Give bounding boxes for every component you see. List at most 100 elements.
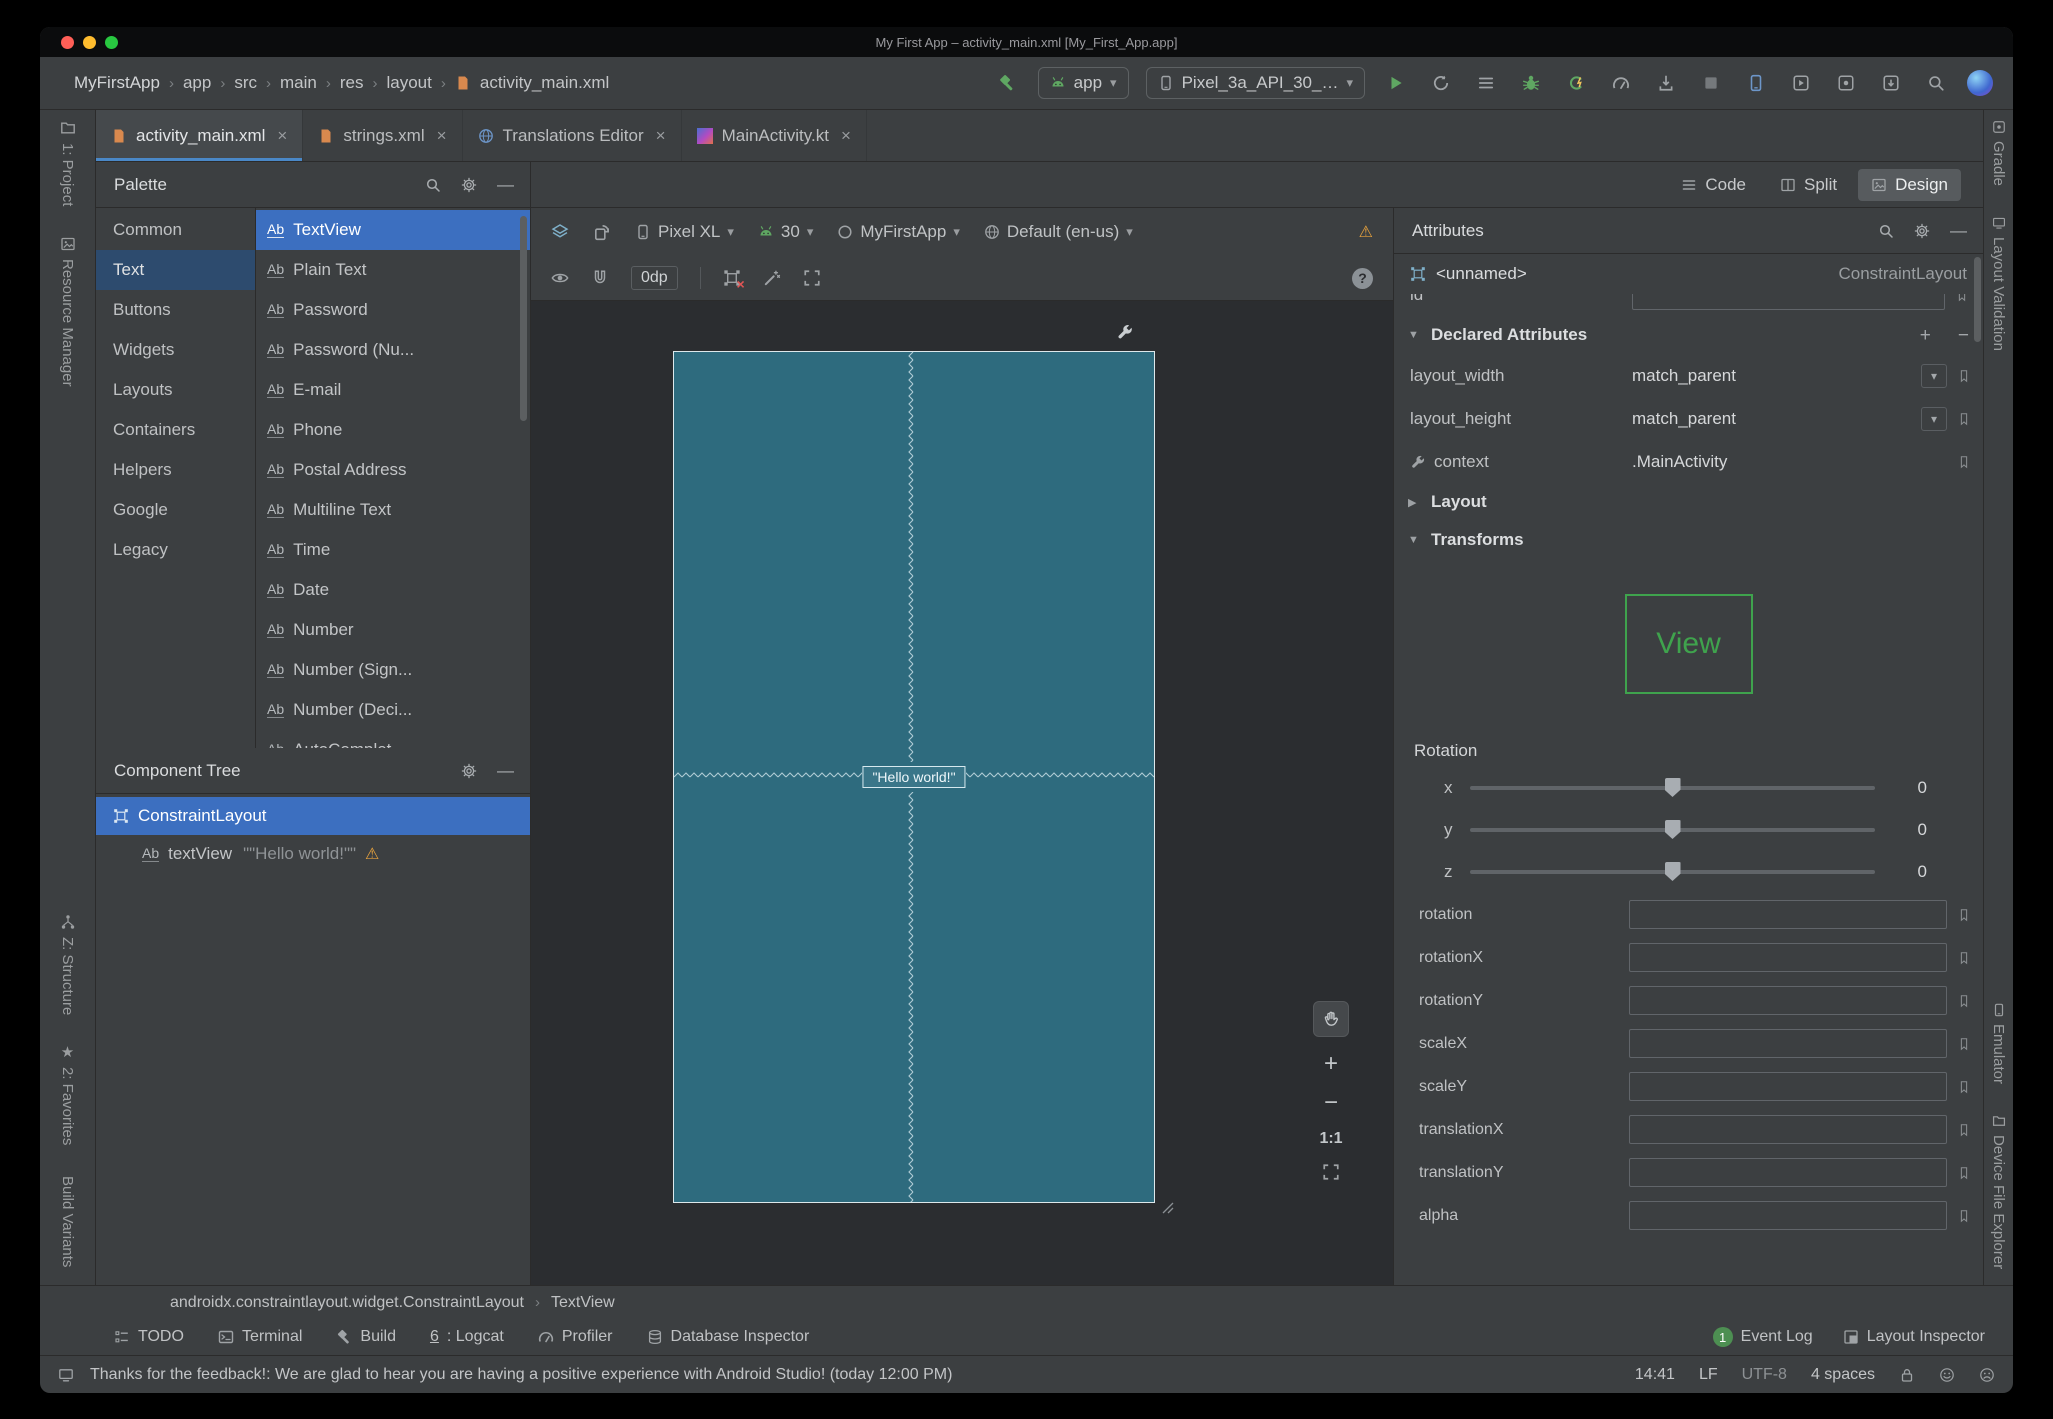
help-button[interactable]: ? (1352, 267, 1373, 289)
run-configuration-select[interactable]: app ▾ (1037, 67, 1129, 99)
breadcrumb-file[interactable]: activity_main.xml (480, 73, 609, 93)
breadcrumb-project[interactable]: MyFirstApp (74, 73, 160, 93)
bookmark-icon[interactable] (1957, 455, 1971, 469)
resize-handle-icon[interactable] (1159, 1199, 1175, 1215)
palette-item-number[interactable]: Ab Number (256, 610, 530, 650)
warning-icon[interactable]: ⚠ (365, 844, 379, 864)
textview-on-canvas[interactable]: "Hello world!" (862, 766, 966, 788)
palette-item-email[interactable]: Ab E-mail (256, 370, 530, 410)
build-toolwindow-button[interactable]: Build (336, 1328, 396, 1346)
bookmark-icon[interactable] (1957, 1080, 1971, 1094)
breadcrumb-main[interactable]: main (280, 73, 317, 93)
breadcrumb-constraintlayout[interactable]: androidx.constraintlayout.widget.Constra… (170, 1294, 524, 1312)
transforms-section[interactable]: ▼ Transforms (1394, 521, 1983, 559)
attach-debugger-button[interactable] (1652, 69, 1680, 97)
stripe-resource-manager-button[interactable]: Resource Manager (59, 236, 76, 387)
render-warnings-button[interactable]: ⚠ (1359, 222, 1373, 242)
default-margin-select[interactable]: 0dp (631, 266, 678, 290)
bookmark-icon[interactable] (1957, 994, 1971, 1008)
stripe-emulator-button[interactable]: Emulator (1990, 1003, 2007, 1084)
palette-item-phone[interactable]: Ab Phone (256, 410, 530, 450)
profiler-toolwindow-button[interactable]: Profiler (538, 1328, 613, 1346)
bookmark-icon[interactable] (1957, 369, 1971, 383)
palette-item-textview[interactable]: Ab TextView (256, 210, 530, 250)
palette-item-password-numeric[interactable]: Ab Password (Nu... (256, 330, 530, 370)
target-device-select[interactable]: Pixel_3a_API_30_… ▾ (1145, 67, 1365, 99)
breadcrumb-src[interactable]: src (234, 73, 257, 93)
palette-category-widgets[interactable]: Widgets (96, 330, 255, 370)
chevron-down-icon[interactable]: ▾ (1921, 406, 1947, 431)
palette-settings-button[interactable] (461, 177, 477, 193)
breadcrumb-textview[interactable]: TextView (551, 1294, 615, 1312)
api-version-select[interactable]: 30 ▾ (758, 222, 813, 242)
phone-screen[interactable]: "Hello world!" (673, 351, 1155, 1203)
palette-category-text[interactable]: Text (96, 250, 255, 290)
search-everywhere-button[interactable] (1922, 69, 1950, 97)
palette-search-button[interactable] (425, 177, 441, 193)
stripe-build-variants-button[interactable]: Build Variants (59, 1176, 76, 1267)
design-canvas[interactable]: "Hello world!" + − 1:1 (531, 301, 1393, 1285)
zoom-level[interactable]: 1:1 (1319, 1130, 1342, 1148)
indent-setting[interactable]: 4 spaces (1811, 1366, 1875, 1384)
layout-width-combobox[interactable]: match_parent ▾ (1632, 363, 1947, 388)
frown-feedback-icon[interactable] (1979, 1367, 1995, 1383)
translation-x-input[interactable] (1629, 1115, 1947, 1144)
attributes-settings-button[interactable] (1914, 223, 1930, 239)
run-configurations-list-button[interactable] (1472, 69, 1500, 97)
rotation-x-input[interactable] (1629, 943, 1947, 972)
layout-height-combobox[interactable]: match_parent ▾ (1632, 406, 1947, 431)
bookmark-icon[interactable] (1957, 1123, 1971, 1137)
pan-button[interactable] (1313, 1001, 1349, 1037)
mode-code-button[interactable]: Code (1668, 169, 1759, 201)
translation-y-input[interactable] (1629, 1158, 1947, 1187)
orientation-icon[interactable] (593, 223, 611, 241)
palette-category-legacy[interactable]: Legacy (96, 530, 255, 570)
bookmark-icon[interactable] (1957, 1209, 1971, 1223)
palette-item-time[interactable]: Ab Time (256, 530, 530, 570)
context-value[interactable]: .MainActivity (1632, 452, 1947, 472)
breadcrumb-layout[interactable]: layout (387, 73, 432, 93)
event-log-button[interactable]: 1 Event Log (1712, 1327, 1813, 1347)
bookmark-icon[interactable] (1957, 908, 1971, 922)
rotation-input[interactable] (1629, 900, 1947, 929)
tree-item-constraintlayout[interactable]: ConstraintLayout (96, 797, 530, 835)
alpha-input[interactable] (1629, 1201, 1947, 1230)
zoom-to-fit-icon[interactable] (1322, 1163, 1340, 1181)
tab-mainactivity-kt[interactable]: MainActivity.kt × (682, 110, 867, 161)
zoom-out-button[interactable]: − (1324, 1091, 1338, 1115)
stripe-layout-validation-button[interactable]: Layout Validation (1990, 216, 2007, 351)
database-inspector-button[interactable]: Database Inspector (647, 1328, 809, 1346)
fullscreen-window-button[interactable] (105, 36, 118, 49)
palette-item-number-decimal[interactable]: Ab Number (Deci... (256, 690, 530, 730)
add-attribute-button[interactable]: + (1920, 326, 1931, 345)
stripe-structure-button[interactable]: Z: Structure (59, 914, 76, 1015)
apply-code-changes-button[interactable] (1562, 69, 1590, 97)
stripe-device-file-explorer-button[interactable]: Device File Explorer (1990, 1114, 2007, 1269)
zoom-in-button[interactable]: + (1324, 1052, 1338, 1076)
scale-x-input[interactable] (1629, 1029, 1947, 1058)
stripe-project-button[interactable]: 1: Project (59, 120, 76, 206)
palette-category-google[interactable]: Google (96, 490, 255, 530)
debug-button[interactable] (1517, 69, 1545, 97)
cursor-position[interactable]: 14:41 (1635, 1366, 1675, 1384)
sdk-manager-button[interactable] (1877, 69, 1905, 97)
device-manager-button[interactable] (1742, 69, 1770, 97)
device-in-editor-select[interactable]: Pixel XL ▾ (635, 222, 734, 242)
view-options-eye-icon[interactable] (551, 269, 569, 287)
close-icon[interactable]: × (277, 126, 287, 146)
layout-section[interactable]: ▶ Layout (1394, 483, 1983, 521)
slider-thumb[interactable] (1664, 778, 1681, 797)
line-separator[interactable]: LF (1699, 1366, 1718, 1384)
minimize-window-button[interactable] (83, 36, 96, 49)
id-input[interactable] (1632, 294, 1945, 310)
avd-manager-button[interactable] (1832, 69, 1860, 97)
slider-thumb[interactable] (1664, 820, 1681, 839)
palette-category-containers[interactable]: Containers (96, 410, 255, 450)
pack-icon[interactable] (803, 269, 821, 287)
palette-scrollbar[interactable] (520, 216, 527, 421)
todo-button[interactable]: TODO (114, 1328, 184, 1346)
apply-changes-button[interactable] (1427, 69, 1455, 97)
rotation-y-slider[interactable] (1470, 820, 1875, 839)
palette-category-helpers[interactable]: Helpers (96, 450, 255, 490)
rotation-z-slider[interactable] (1470, 862, 1875, 881)
